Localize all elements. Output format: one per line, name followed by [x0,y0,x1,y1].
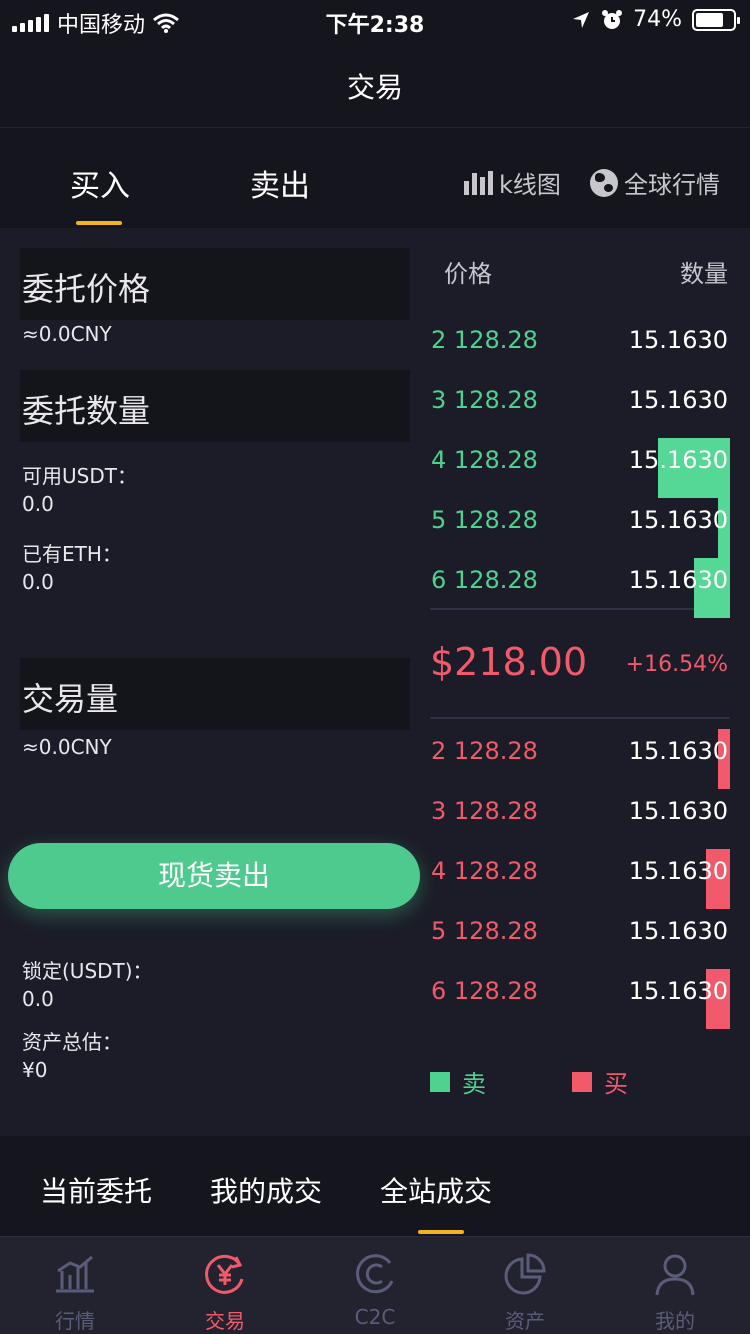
legend-sell: 卖 [430,1064,486,1099]
total-assets-label: 资产总估： [22,1030,122,1054]
legend-buy: 买 [572,1064,628,1099]
order-price: 2 128.28 [431,737,538,765]
status-right: 74% [571,7,740,32]
price-input[interactable]: 委托价格 [20,248,410,320]
price-change: +16.54% [625,652,728,677]
ask-row[interactable]: 3 128.28 15.1630 [430,378,730,422]
user-icon [655,1254,695,1296]
active-order-tab-indicator [418,1230,464,1234]
legend-buy-label: 买 [604,1070,628,1098]
tabbar-assets[interactable]: 资产 [450,1237,600,1334]
last-price: $218.00 [430,640,588,684]
tab-my-trades[interactable]: 我的成交 [210,1170,322,1210]
global-market-link[interactable]: 全球行情 [590,165,720,200]
bid-row[interactable]: 2 128.28 15.1630 [430,729,730,789]
active-tab-indicator [76,221,122,225]
bid-row[interactable]: 6 128.28 15.1630 [430,969,730,1029]
quantity-input[interactable]: 委托数量 [20,370,410,442]
order-price: 4 128.28 [431,446,538,474]
tabbar-c2c[interactable]: C2C [300,1237,450,1334]
bid-divider [430,717,730,719]
total-assets-value: ¥0 [22,1058,48,1082]
order-quantity: 15.1630 [628,797,728,825]
tab-sell[interactable]: 卖出 [250,161,310,205]
order-price: 2 128.28 [431,326,538,354]
trade-tabs: 买入 卖出 k线图 全球行情 [0,129,750,227]
battery-percent: 74% [633,7,682,32]
locked-usdt-value: 0.0 [22,987,54,1011]
volume-placeholder: 交易量 [22,680,119,718]
bid-row[interactable]: 5 128.28 15.1630 [430,909,730,953]
bid-row[interactable]: 4 128.28 15.1630 [430,849,730,909]
location-icon [573,11,590,28]
tabbar-trade[interactable]: 交易 [150,1237,300,1334]
order-price: 4 128.28 [431,857,538,885]
pie-chart-icon [504,1253,546,1295]
tabbar-c2c-label: C2C [354,1305,396,1329]
bottom-tab-bar: 行情 交易 C2C 资产 我的 [0,1236,750,1334]
volume-cny: ≈0.0CNY [22,735,112,759]
globe-icon [590,168,618,197]
ask-row[interactable]: 5 128.28 15.1630 [430,498,730,558]
quantity-placeholder: 委托数量 [22,392,151,430]
order-quantity: 15.1630 [628,326,728,354]
legend-sell-label: 卖 [462,1070,486,1098]
bar-chart-icon [464,170,493,195]
kline-label: k线图 [499,171,561,199]
order-quantity: 15.1630 [628,386,728,414]
status-bar: 中国移动 下午2:38 74% [0,0,750,40]
page-title: 交易 [346,71,403,104]
ask-row[interactable]: 2 128.28 15.1630 [430,318,730,362]
order-price: 5 128.28 [431,506,538,534]
tab-current-orders[interactable]: 当前委托 [40,1170,152,1210]
price-cny: ≈0.0CNY [22,322,112,346]
order-quantity: 15.1630 [628,566,728,594]
book-price-header: 价格 [444,260,492,288]
trade-panel: 委托价格 ≈0.0CNY 委托数量 可用USDT： 0.0 已有ETH： 0.0… [0,228,750,1136]
c2c-icon [356,1254,394,1294]
tabbar-profile-label: 我的 [655,1309,695,1333]
available-usdt-value: 0.0 [22,492,54,516]
tabbar-profile[interactable]: 我的 [600,1237,750,1334]
order-price: 5 128.28 [431,917,538,945]
order-price: 6 128.28 [431,977,538,1005]
ask-row[interactable]: 4 128.28 15.1630 [430,438,730,498]
tabbar-market[interactable]: 行情 [0,1237,150,1334]
order-price: 3 128.28 [431,386,538,414]
order-price: 6 128.28 [431,566,538,594]
yen-exchange-icon [205,1254,244,1294]
order-price: 3 128.28 [431,797,538,825]
locked-usdt-label: 锁定(USDT)： [22,959,153,983]
tab-all-trades[interactable]: 全站成交 [380,1170,492,1210]
kline-link[interactable]: k线图 [464,165,561,200]
legend-sell-swatch [430,1071,450,1092]
order-quantity: 15.1630 [628,977,728,1005]
navigation-bar: 交易 [0,40,750,128]
order-quantity: 15.1630 [628,737,728,765]
ask-divider [430,608,730,610]
bid-row[interactable]: 3 128.28 15.1630 [430,789,730,833]
tabbar-market-label: 行情 [55,1309,95,1333]
available-usdt-label: 可用USDT： [22,464,137,488]
volume-input[interactable]: 交易量 [20,658,410,730]
global-market-label: 全球行情 [624,171,720,199]
spot-sell-button[interactable]: 现货卖出 [8,843,420,909]
battery-icon [692,8,740,31]
tabbar-assets-label: 资产 [505,1309,545,1333]
order-quantity: 15.1630 [628,857,728,885]
order-quantity: 15.1630 [628,917,728,945]
book-quantity-header: 数量 [680,260,728,288]
tab-buy[interactable]: 买入 [70,161,130,205]
order-tabs: 当前委托 我的成交 全站成交 [0,1136,750,1236]
tabbar-trade-label: 交易 [205,1309,245,1333]
order-quantity: 15.1630 [628,506,728,534]
alarm-icon [602,9,623,29]
eth-holding-label: 已有ETH： [22,542,122,566]
ask-row[interactable]: 6 128.28 15.1630 [430,558,730,618]
chart-icon [56,1255,94,1293]
order-quantity: 15.1630 [628,446,728,474]
legend-buy-swatch [572,1071,592,1092]
price-placeholder: 委托价格 [22,270,151,308]
eth-holding-value: 0.0 [22,570,54,594]
